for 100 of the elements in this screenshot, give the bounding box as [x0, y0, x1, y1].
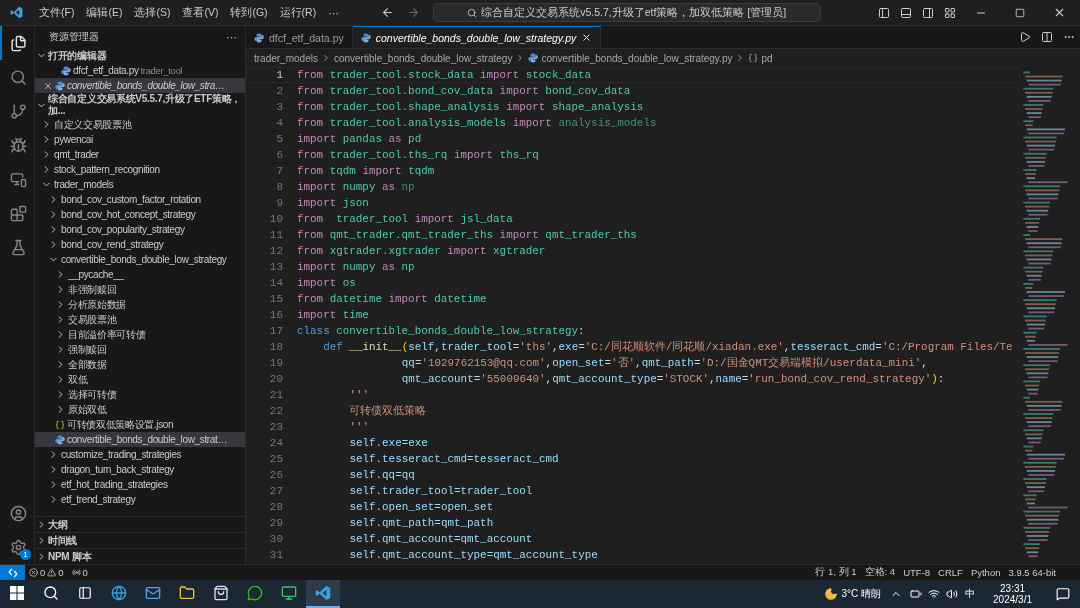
status-item[interactable]: UTF-8	[899, 567, 935, 578]
code-line: self.open_set=open_set	[349, 501, 494, 513]
tree-item[interactable]: bond_cov_popularity_strategy	[35, 222, 245, 237]
tree-item[interactable]: trader_models	[35, 177, 245, 192]
line-number: 29	[268, 517, 284, 529]
volume-icon[interactable]	[946, 588, 959, 600]
line-number: 13	[268, 261, 284, 273]
tree-item[interactable]: pywencai	[35, 132, 245, 147]
code-line: from trader_tool.shape_analysis import shape_analysis	[297, 101, 644, 113]
tree-item[interactable]: 交易股票池	[35, 312, 245, 327]
run-icon[interactable]	[1019, 31, 1031, 43]
status-item[interactable]: 空格: 4	[860, 566, 900, 579]
tree-item[interactable]: 分析原始数据	[35, 297, 245, 312]
tree-item[interactable]: 选择可转债	[35, 387, 245, 402]
line-number: 20	[268, 373, 284, 385]
maximize-icon[interactable]	[1015, 7, 1025, 18]
back-icon[interactable]	[380, 6, 394, 19]
close-icon[interactable]	[1053, 6, 1066, 19]
menu-item[interactable]: 文件(F)	[33, 5, 81, 20]
tree-item[interactable]: bond_cov_custom_factor_rotation	[35, 192, 245, 207]
menu-item[interactable]: 选择(S)	[128, 5, 177, 20]
line-number: 14	[268, 277, 284, 289]
tree-item[interactable]: 原始双低	[35, 402, 245, 417]
python-file-icon	[528, 53, 539, 63]
tree-item[interactable]: 可转债双低策略设置.json	[35, 417, 245, 432]
section-header[interactable]: 时间线	[35, 532, 245, 548]
status-item[interactable]: Python	[966, 567, 1005, 578]
tree-item[interactable]: 非强制赎回	[35, 282, 245, 297]
forward-icon[interactable]	[406, 6, 420, 19]
task-view-icon[interactable]	[78, 586, 92, 600]
tree-item[interactable]: 强制赎回	[35, 342, 245, 357]
notification-icon[interactable]	[1056, 587, 1070, 601]
code-line: from trader_tool import jsl_data	[297, 213, 513, 225]
menu-item[interactable]: 编辑(E)	[80, 5, 129, 20]
menu-item[interactable]: 查看(V)	[176, 5, 225, 20]
bug-icon	[9, 136, 27, 154]
tree-item[interactable]: 自定义交易股票池	[35, 117, 245, 132]
close-icon[interactable]	[43, 80, 53, 91]
account-icon[interactable]	[9, 504, 27, 522]
tree-item[interactable]: bond_cov_rend_strategy	[35, 237, 245, 252]
menu-item[interactable]: 运行(R)	[273, 5, 323, 20]
section-header[interactable]: 综合自定义交易系统V5.5.7,升级了ETF策略，加...	[35, 93, 245, 117]
tree-item[interactable]: __pycache__	[35, 267, 245, 282]
tree-item[interactable]: dragon_turn_back_strategy	[35, 462, 245, 477]
tree-item[interactable]: etf_trend_strategy	[35, 492, 245, 507]
settings-icon[interactable]	[9, 538, 27, 556]
taskbar-app[interactable]	[306, 580, 340, 608]
mail-icon	[145, 585, 161, 601]
panel-toggle-icon[interactable]	[900, 6, 912, 19]
breadcrumb-item[interactable]: pd	[761, 52, 773, 64]
breadcrumb-item[interactable]: trader_models	[254, 52, 318, 64]
section-header[interactable]: 打开的编辑器	[35, 48, 245, 63]
input-method[interactable]: 中	[961, 587, 980, 601]
layout-icon[interactable]	[944, 6, 956, 19]
status-item[interactable]: 3.9.5 64-bit	[1004, 567, 1060, 578]
tree-item[interactable]: etf_hot_trading_strategies	[35, 477, 245, 492]
tree-item[interactable]: bond_cov_hot_concept_strategy	[35, 207, 245, 222]
monitor-icon	[281, 585, 297, 601]
tree-item[interactable]: customize_trading_strategies	[35, 447, 245, 462]
code-line: import json	[297, 197, 369, 209]
vscode-logo-icon	[315, 585, 331, 601]
line-number: 25	[268, 453, 284, 465]
section-header[interactable]: 大纲	[35, 516, 245, 532]
close-icon[interactable]	[581, 32, 593, 43]
menu-item[interactable]: 转到(G)	[224, 5, 274, 20]
tree-item[interactable]: convertible_bonds_double_low_strat…	[35, 432, 245, 447]
battery-icon[interactable]	[910, 588, 923, 600]
problems-status[interactable]: 0 0	[25, 567, 68, 578]
breadcrumb-item[interactable]: convertible_bonds_double_low_strategy	[333, 52, 513, 64]
cursor-position[interactable]: 行 1, 列 1	[811, 566, 861, 579]
tree-item[interactable]: 全部数据	[35, 357, 245, 372]
code-line: qmt_account='55009640',qmt_account_type='STOCK',name='run_bond_cov_rend_strategy'):	[401, 373, 945, 385]
windows-logo-icon[interactable]	[10, 586, 24, 600]
command-center-search[interactable]: 综合自定义交易系统v5.5.7,升级了etf策略，加双低策略 [管理员]	[432, 3, 821, 22]
more-menu[interactable]: ···	[322, 6, 345, 19]
code-line: from xgtrader.xgtrader import xgtrader	[297, 245, 546, 257]
search-icon	[9, 68, 27, 86]
breadcrumb-item[interactable]: convertible_bonds_double_low_strategy.py	[541, 52, 733, 64]
open-editor-item[interactable]: dfcf_etf_data.py trader_tool	[35, 63, 245, 78]
sidebar-toggle-icon[interactable]	[878, 6, 890, 19]
search-icon[interactable]	[43, 585, 59, 601]
split-editor-icon[interactable]	[1041, 31, 1053, 43]
ports-status[interactable]: 0	[67, 567, 92, 578]
tree-item[interactable]: 双低	[35, 372, 245, 387]
clock-time[interactable]: 23:31	[996, 583, 1030, 594]
status-item[interactable]: CRLF	[934, 567, 967, 578]
tree-item[interactable]: convertible_bonds_double_low_strategy	[35, 252, 245, 267]
editor-tab[interactable]: convertible_bonds_double_low_strategy.py	[352, 26, 602, 48]
clock-date[interactable]: 2024/3/1	[989, 594, 1036, 605]
tree-item[interactable]: 目前溢价率可转债	[35, 327, 245, 342]
secondary-sidebar-icon[interactable]	[922, 6, 934, 19]
more-actions[interactable]: ···	[226, 31, 237, 43]
wifi-icon[interactable]	[928, 588, 941, 600]
weather-text[interactable]: 3°C 晴朗	[837, 587, 886, 601]
tree-item[interactable]: stock_pattern_recognition	[35, 162, 245, 177]
tree-item[interactable]: qmt_trader	[35, 147, 245, 162]
open-editor-item[interactable]: convertible_bonds_double_low_stra…	[35, 78, 245, 93]
remote-button[interactable]	[0, 565, 25, 580]
line-number: 2	[275, 85, 284, 97]
vscode-logo-icon	[10, 6, 23, 19]
